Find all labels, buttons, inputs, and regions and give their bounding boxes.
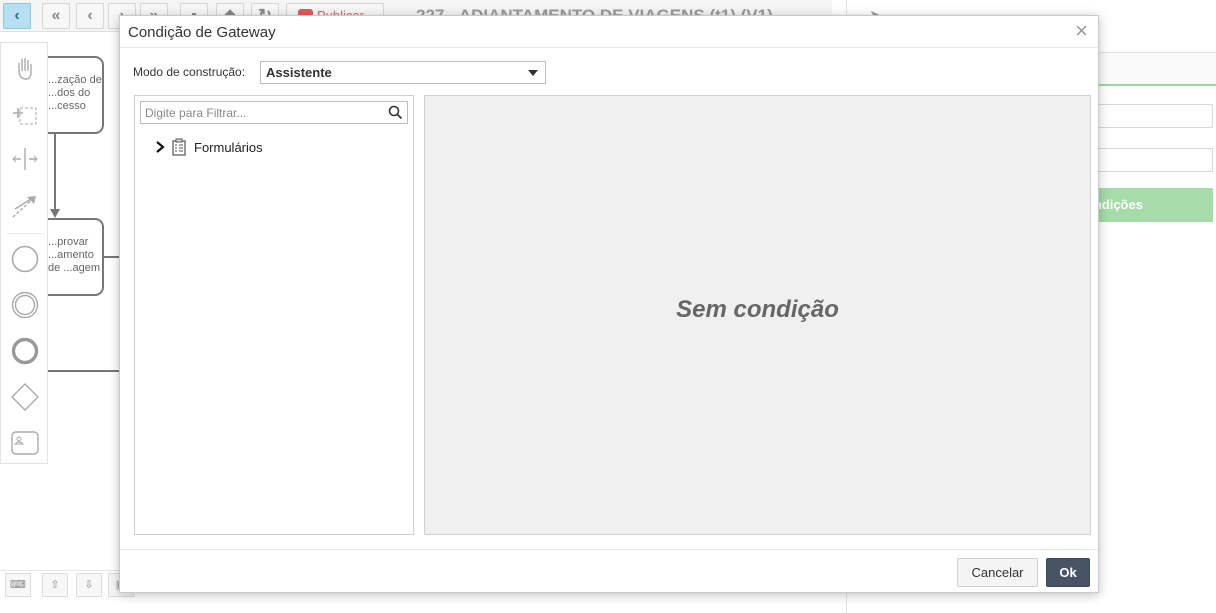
dialog-footer: Cancelar Ok [120,549,1098,592]
connect-tool-icon[interactable] [9,189,41,221]
hand-tool-icon[interactable] [9,51,41,83]
chevron-right-icon[interactable] [153,140,167,154]
intermediate-event-icon[interactable] [9,289,41,321]
close-icon[interactable]: × [1075,19,1088,43]
flow-arrowhead [50,209,60,218]
download-icon[interactable]: ⇩ [76,573,102,597]
sequence-flow[interactable] [54,132,56,212]
ok-button[interactable]: Ok [1046,558,1090,587]
lasso-tool-icon[interactable] [9,97,41,129]
filter-field[interactable] [140,101,408,124]
start-event-icon[interactable] [9,243,41,275]
palette [0,42,48,464]
gateway-condition-dialog: Condição de Gateway × Modo de construção… [119,15,1099,593]
mode-label: Modo de construção: [133,65,246,79]
empty-condition-message: Sem condição [676,296,839,323]
keyboard-icon[interactable]: ⌨ [5,573,31,597]
collapse-left-button[interactable]: ‹ [3,3,31,29]
tree-item-formularios[interactable]: Formulários [153,137,263,157]
sequence-flow[interactable] [102,256,120,258]
task-icon[interactable] [9,427,41,459]
previous-button[interactable]: ‹ [76,3,104,29]
fields-tree-panel: Formulários [134,95,414,535]
form-icon [172,138,186,156]
end-event-icon[interactable] [9,335,41,367]
first-page-button[interactable]: « [42,3,70,29]
space-tool-icon[interactable] [9,143,41,175]
tree-item-label: Formulários [194,139,263,155]
search-icon[interactable] [388,105,403,120]
palette-divider [7,233,43,234]
mode-select[interactable]: Assistente [260,61,546,84]
upload-icon[interactable]: ⇧ [42,573,68,597]
sequence-flow[interactable] [48,370,120,372]
mode-select-value: Assistente [266,65,332,80]
chevron-down-icon [528,70,538,76]
gateway-icon[interactable] [9,381,41,413]
condition-area: Sem condição [424,95,1091,535]
dialog-title: Condição de Gateway [128,24,276,41]
cancel-button[interactable]: Cancelar [957,558,1038,587]
filter-input[interactable] [141,102,381,123]
dialog-header: Condição de Gateway × [120,16,1098,48]
